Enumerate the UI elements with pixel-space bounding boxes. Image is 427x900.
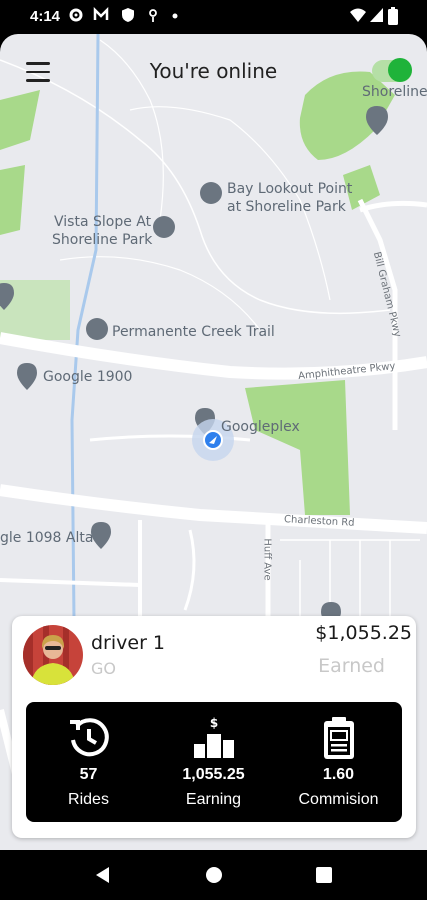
- rides-label: Rides: [68, 791, 109, 808]
- stat-earning[interactable]: $ 1,055.25 Earning: [151, 702, 276, 822]
- online-status-title: You're online: [149, 59, 278, 83]
- earning-podium-icon: $: [193, 716, 234, 758]
- location-icon: [149, 9, 157, 22]
- map-label-shoreline: Shoreline: [362, 84, 427, 100]
- map-label-vista-slope-2: Shoreline Park: [52, 232, 153, 248]
- road: [183, 529, 196, 611]
- road: [359, 200, 427, 213]
- avatar[interactable]: [23, 625, 83, 685]
- charleston-road: [0, 484, 427, 534]
- shield-icon: [122, 8, 134, 22]
- commission-value: 1.60: [322, 766, 355, 783]
- toggle-knob: [388, 58, 412, 82]
- phone-screen: 4:14 Shoreline Bay Lookout Point at Shor…: [0, 0, 427, 900]
- earning-label: Earning: [185, 791, 242, 808]
- hiker-marker: [153, 216, 175, 238]
- driver-name: driver 1: [91, 632, 166, 654]
- map-label-vista-slope: Vista Slope At: [54, 214, 152, 230]
- svg-text:$: $: [209, 716, 217, 730]
- trail: [59, 256, 261, 331]
- stats-panel: 57 Rides $ 1,055.25 Earning 1.60 Commisi…: [26, 702, 402, 822]
- parking-lot: [280, 539, 420, 620]
- online-toggle[interactable]: [372, 58, 412, 82]
- recents-icon[interactable]: [316, 867, 332, 883]
- status-bar: 4:14: [0, 0, 427, 34]
- hiker-marker: [200, 182, 222, 204]
- earned-label: Earned: [318, 655, 385, 677]
- commission-clipboard-icon: [323, 717, 354, 759]
- place-pin: [17, 363, 37, 390]
- earning-value: 1,055.25: [182, 766, 245, 783]
- map-label-google-1900: Google 1900: [43, 369, 133, 385]
- driver-card: driver 1 GO $1,055.25 Earned 57 Rides $: [12, 616, 416, 838]
- googleplex-park: [245, 380, 350, 515]
- hiker-marker: [86, 318, 108, 340]
- road: [0, 578, 141, 587]
- home-icon[interactable]: [205, 866, 223, 884]
- signal-icon: [370, 8, 383, 22]
- navigation-bar: [0, 850, 427, 900]
- map-label-bay-lookout-2: at Shoreline Park: [227, 199, 346, 215]
- driver-subtitle: GO: [91, 659, 116, 678]
- status-time: 4:14: [30, 8, 61, 25]
- stat-rides[interactable]: 57 Rides: [26, 702, 151, 822]
- m-app-icon: [93, 7, 109, 20]
- map-label-googleplex: Googleplex: [221, 419, 300, 435]
- map-label-google-1098: gle 1098 Alta: [0, 530, 94, 546]
- park-area: [0, 90, 40, 150]
- place-pin: [91, 522, 111, 549]
- park-area: [0, 165, 25, 235]
- stat-commission[interactable]: 1.60 Commision: [276, 702, 401, 822]
- settings-icon: [69, 8, 83, 22]
- battery-icon: [388, 7, 398, 25]
- driver-photo: [23, 625, 83, 685]
- map-label-bay-lookout: Bay Lookout Point: [227, 181, 353, 197]
- road-label-huff: Huff Ave: [261, 538, 273, 581]
- map-label-permanente: Permanente Creek Trail: [112, 324, 275, 340]
- wifi-icon: [350, 8, 366, 22]
- notification-dot-icon: [172, 13, 178, 19]
- back-icon[interactable]: [94, 866, 112, 884]
- earned-amount: $1,055.25: [315, 622, 412, 644]
- commission-label: Commision: [298, 791, 379, 808]
- rides-value: 57: [79, 766, 98, 783]
- history-icon: [69, 718, 109, 757]
